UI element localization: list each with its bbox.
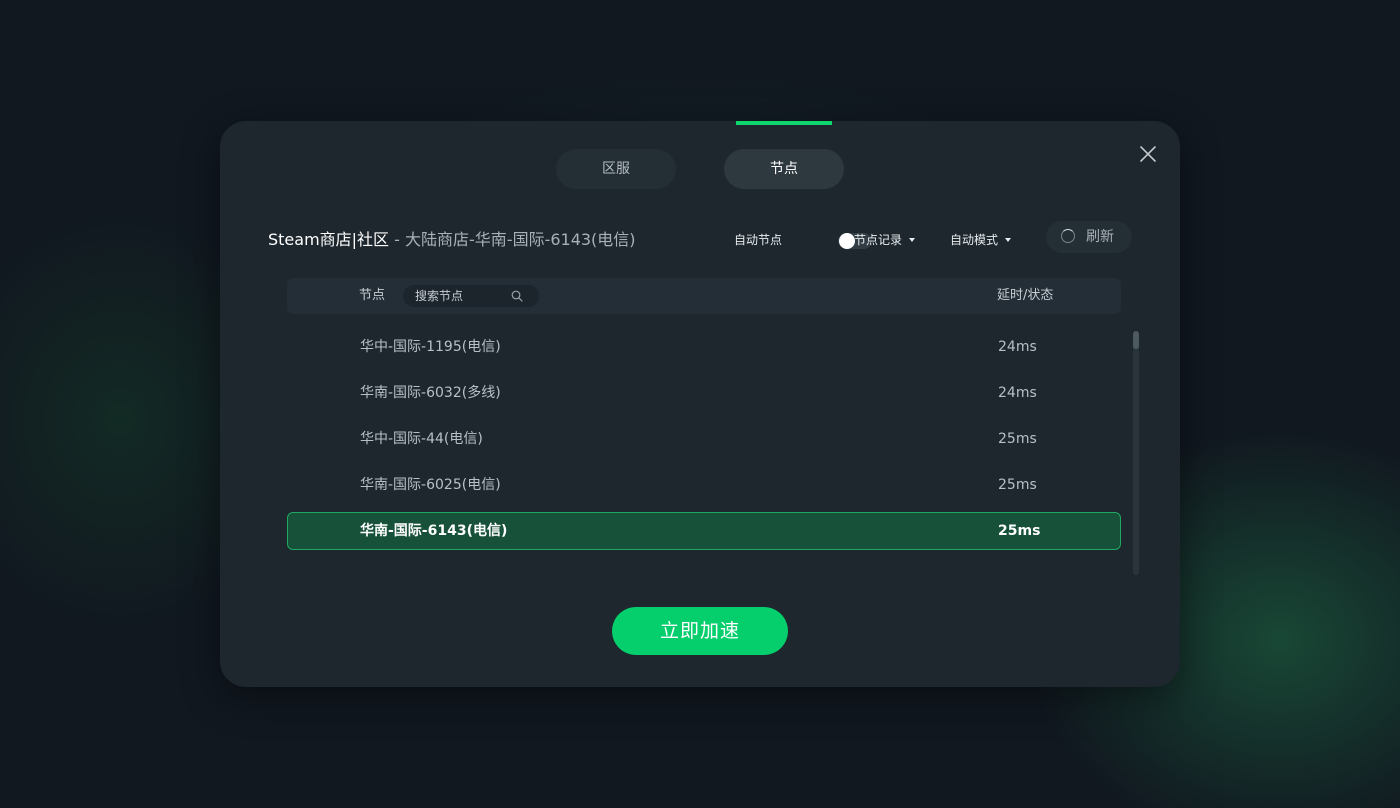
node-list: 华中-国际-1195(电信) 24ms 华南-国际-6032(多线) 24ms … (287, 328, 1121, 558)
refresh-label: 刷新 (1086, 229, 1114, 245)
auto-node-label: 自动节点 (734, 233, 783, 247)
node-latency: 24ms (998, 339, 1037, 355)
mode-label: 自动模式 (950, 233, 999, 247)
scrollbar-thumb[interactable] (1133, 331, 1139, 349)
node-history-dropdown[interactable]: 节点记录 (854, 227, 916, 253)
page-title: Steam商店|社区 - 大陆商店-华南-国际-6143(电信) (268, 227, 636, 253)
node-name: 华南-国际-6143(电信) (360, 523, 508, 539)
node-row-selected[interactable]: 华南-国际-6143(电信) 25ms (287, 512, 1121, 550)
node-latency: 24ms (998, 385, 1037, 401)
game-name: Steam商店|社区 (268, 230, 390, 249)
table-header: 节点 延时/状态 (287, 278, 1121, 314)
node-history-label: 节点记录 (854, 233, 903, 247)
node-name: 华中-国际-1195(电信) (360, 339, 501, 355)
search-input[interactable] (415, 285, 511, 307)
column-header-latency: 延时/状态 (997, 288, 1054, 303)
title-separator: - (389, 230, 406, 249)
caret-down-icon (1005, 238, 1012, 242)
refresh-spinner-icon (1061, 229, 1075, 243)
tab-bar: 区服 节点 (556, 149, 844, 189)
node-name: 华南-国际-6025(电信) (360, 477, 501, 493)
close-icon[interactable] (1138, 144, 1158, 164)
node-name: 华中-国际-44(电信) (360, 431, 483, 447)
node-latency: 25ms (998, 523, 1041, 539)
node-row[interactable]: 华中-国际-44(电信) 25ms (287, 420, 1121, 458)
caret-down-icon (909, 238, 916, 242)
accelerate-button[interactable]: 立即加速 (612, 607, 788, 655)
mode-dropdown[interactable]: 自动模式 (950, 227, 1012, 253)
refresh-button[interactable]: 刷新 (1046, 221, 1132, 253)
search-icon[interactable] (511, 290, 523, 302)
current-node-name: 大陆商店-华南-国际-6143(电信) (405, 230, 636, 249)
node-latency: 25ms (998, 477, 1037, 493)
header-row: Steam商店|社区 - 大陆商店-华南-国际-6143(电信) 自动节点 节点… (268, 221, 1134, 263)
tab-node[interactable]: 节点 (724, 149, 844, 189)
node-latency: 25ms (998, 431, 1037, 447)
toggle-knob (839, 233, 855, 249)
column-header-node: 节点 (359, 288, 386, 303)
node-row[interactable]: 华中-国际-1195(电信) 24ms (287, 328, 1121, 366)
node-row[interactable]: 华南-国际-6025(电信) 25ms (287, 466, 1121, 504)
node-row[interactable]: 华南-国际-6032(多线) 24ms (287, 374, 1121, 412)
active-tab-indicator (736, 121, 832, 125)
search-box (403, 285, 539, 307)
node-select-dialog: 区服 节点 Steam商店|社区 - 大陆商店-华南-国际-6143(电信) 自… (220, 121, 1180, 687)
tab-server[interactable]: 区服 (556, 149, 676, 189)
list-scrollbar[interactable] (1133, 331, 1139, 575)
node-name: 华南-国际-6032(多线) (360, 385, 501, 401)
